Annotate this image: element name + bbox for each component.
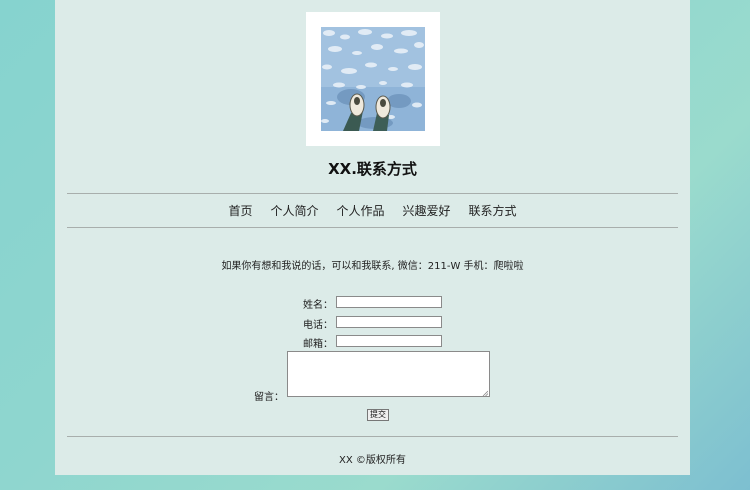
profile-photo <box>321 27 425 131</box>
phone-label: 电话： <box>303 320 333 331</box>
message-textarea[interactable] <box>287 351 490 397</box>
footer-copyright: XX ©版权所有 <box>339 455 406 466</box>
phone-input[interactable] <box>336 316 442 328</box>
email-input[interactable] <box>336 335 442 347</box>
nav-item-hobbies[interactable]: 兴趣爱好 <box>403 202 451 219</box>
contact-intro-text: 如果你有想和我说的话，可以和我联系, 微信：211-W 手机：爬啦啦 <box>221 261 524 272</box>
name-label: 姓名： <box>303 300 333 311</box>
nav-item-about[interactable]: 个人简介 <box>270 202 318 219</box>
name-input[interactable] <box>336 296 442 308</box>
page-title: XX.联系方式 <box>328 160 417 178</box>
feet-on-water-illustration <box>321 27 425 131</box>
nav-item-works[interactable]: 个人作品 <box>336 202 384 219</box>
email-label: 邮箱： <box>303 339 333 350</box>
profile-photo-frame <box>306 12 440 146</box>
page-container: XX.联系方式 首页 个人简介 个人作品 兴趣爱好 联系方式 如果你有想和我说的话，可以… <box>55 0 690 475</box>
divider-nav <box>67 227 678 228</box>
submit-button[interactable]: 提交 <box>367 409 389 421</box>
nav-item-contact[interactable]: 联系方式 <box>469 202 517 219</box>
nav-item-home[interactable]: 首页 <box>228 202 252 219</box>
divider-footer <box>67 436 678 437</box>
divider-top <box>67 193 678 194</box>
main-nav: 首页 个人简介 个人作品 兴趣爱好 联系方式 <box>55 202 690 219</box>
message-label: 留言： <box>254 392 284 403</box>
